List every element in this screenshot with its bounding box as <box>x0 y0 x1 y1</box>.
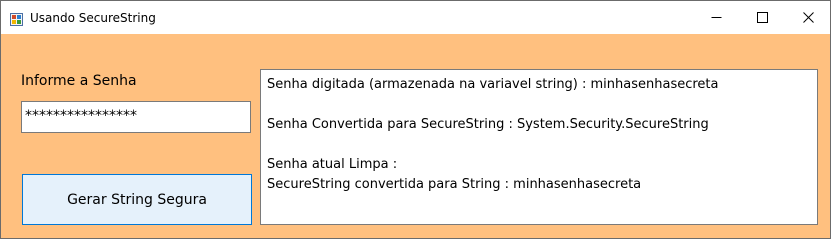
output-line-securestring: Senha Convertida para SecureString : Sys… <box>267 117 709 132</box>
minimize-icon <box>711 17 721 18</box>
maximize-icon <box>756 12 768 23</box>
window-title: Usando SecureString <box>30 11 156 25</box>
password-label: Informe a Senha <box>21 73 137 89</box>
output-line-typed-password: Senha digitada (armazenada na variavel s… <box>267 77 719 92</box>
generate-secure-string-button[interactable]: Gerar String Segura <box>22 174 252 225</box>
output-line-converted-string: SecureString convertida para String : mi… <box>267 177 642 192</box>
output-blank-line <box>267 95 811 115</box>
app-window: Usando SecureString Informe a Senha ****… <box>0 0 831 239</box>
output-line-cleared-password: Senha atual Limpa : <box>267 157 398 172</box>
close-icon <box>802 12 814 23</box>
output-blank-line <box>267 135 811 155</box>
output-textbox[interactable]: Senha digitada (armazenada na variavel s… <box>260 69 818 225</box>
minimize-button[interactable] <box>693 1 739 34</box>
password-input[interactable]: **************** <box>21 101 251 133</box>
maximize-button[interactable] <box>739 1 785 34</box>
title-bar[interactable]: Usando SecureString <box>1 1 830 34</box>
app-icon <box>10 11 23 26</box>
close-button[interactable] <box>785 1 830 34</box>
